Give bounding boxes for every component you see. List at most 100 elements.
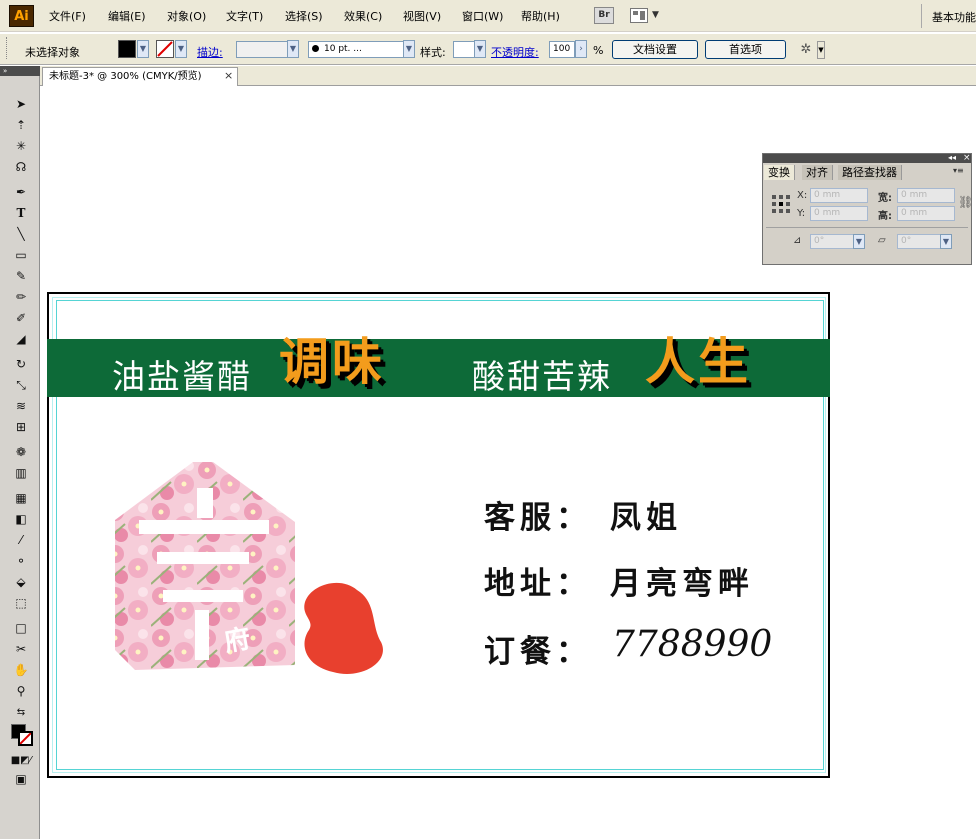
brush-value: 10 pt. ... bbox=[324, 44, 362, 54]
panel-menu-icon[interactable]: ▾≡ bbox=[953, 166, 964, 175]
lasso-tool-icon[interactable]: ☊ bbox=[9, 158, 33, 177]
stroke-color-swatch[interactable] bbox=[156, 40, 174, 58]
live-paint-tool-icon[interactable]: ⬙ bbox=[9, 573, 33, 592]
screen-mode-icon[interactable]: ▣ bbox=[9, 770, 33, 789]
document-tab[interactable]: 未标题-3* @ 300% (CMYK/预览) bbox=[42, 67, 238, 86]
slogan-highlight-2: 人生 bbox=[645, 333, 751, 391]
height-field[interactable]: 0 mm bbox=[897, 206, 955, 221]
swap-colors-icon[interactable]: ⇆ bbox=[9, 703, 33, 722]
tab-pathfinder[interactable]: 路径查找器 bbox=[838, 165, 902, 180]
menu-effect[interactable]: 效果(C) bbox=[344, 8, 382, 24]
stroke-weight-label[interactable]: 描边: bbox=[197, 44, 223, 60]
width-field[interactable]: 0 mm bbox=[897, 188, 955, 203]
gradient-tool-icon[interactable]: ◧ bbox=[9, 510, 33, 529]
artboard-tool-icon[interactable]: □ bbox=[9, 619, 33, 638]
opacity-label[interactable]: 不透明度: bbox=[491, 44, 539, 60]
hand-tool-icon[interactable]: ✋ bbox=[9, 661, 33, 680]
rotate-field[interactable]: 0° bbox=[810, 234, 854, 249]
slogan-highlight-1: 调味 bbox=[279, 333, 385, 391]
live-paint-selection-icon[interactable]: ⬚ bbox=[9, 594, 33, 613]
fill-color-swatch[interactable] bbox=[118, 40, 136, 58]
chevron-down-icon[interactable]: ▼ bbox=[817, 41, 825, 59]
column-graph-tool-icon[interactable]: ▥ bbox=[9, 464, 33, 483]
slogan-text-1: 油盐酱醋 bbox=[112, 357, 252, 396]
warp-tool-icon[interactable]: ≋ bbox=[9, 397, 33, 416]
reference-point-icon[interactable] bbox=[771, 194, 791, 214]
rotate-tool-icon[interactable]: ↻ bbox=[9, 355, 33, 374]
height-label: 高: bbox=[878, 211, 892, 222]
symbol-sprayer-tool-icon[interactable]: ❁ bbox=[9, 443, 33, 462]
line-tool-icon[interactable]: ╲ bbox=[9, 225, 33, 244]
x-field[interactable]: 0 mm bbox=[810, 188, 868, 203]
close-icon[interactable]: × bbox=[963, 153, 971, 163]
graphic-style-swatch[interactable] bbox=[453, 41, 475, 58]
opacity-field[interactable]: 100 bbox=[549, 41, 575, 58]
arrange-documents-icon[interactable] bbox=[630, 8, 648, 23]
chevron-down-icon[interactable]: ▼ bbox=[403, 40, 415, 58]
menu-object[interactable]: 对象(O) bbox=[167, 8, 206, 24]
shear-icon: ▱ bbox=[878, 235, 886, 246]
blend-tool-icon[interactable]: ⚬ bbox=[9, 552, 33, 571]
chevron-down-icon[interactable]: ▼ bbox=[853, 234, 865, 249]
menu-window[interactable]: 窗口(W) bbox=[462, 8, 503, 24]
tools-panel-header[interactable]: » bbox=[0, 66, 40, 76]
paintbrush-tool-icon[interactable]: ✎ bbox=[9, 267, 33, 286]
rectangle-tool-icon[interactable]: ▭ bbox=[9, 246, 33, 265]
width-label: 宽: bbox=[878, 193, 892, 204]
tab-align[interactable]: 对齐 bbox=[802, 165, 833, 180]
no-stroke-icon bbox=[20, 733, 31, 744]
shear-field[interactable]: 0° bbox=[897, 234, 941, 249]
chevron-down-icon[interactable]: ▼ bbox=[474, 40, 486, 58]
menu-edit[interactable]: 编辑(E) bbox=[108, 8, 146, 24]
pencil-tool-icon[interactable]: ✏ bbox=[9, 288, 33, 307]
pen-tool-icon[interactable]: ✒ bbox=[9, 183, 33, 202]
chevron-down-icon[interactable]: ▼ bbox=[137, 40, 149, 58]
scale-tool-icon[interactable]: ⤡ bbox=[9, 376, 33, 395]
chevron-down-icon[interactable]: ▼ bbox=[175, 40, 187, 58]
zoom-tool-icon[interactable]: ⚲ bbox=[9, 682, 33, 701]
menu-view[interactable]: 视图(V) bbox=[403, 8, 441, 24]
free-transform-tool-icon[interactable]: ⊞ bbox=[9, 418, 33, 437]
menu-help[interactable]: 帮助(H) bbox=[521, 8, 560, 24]
bridge-button[interactable]: Br bbox=[594, 7, 614, 24]
menu-select[interactable]: 选择(S) bbox=[285, 8, 323, 24]
blob-brush-tool-icon[interactable]: ✐ bbox=[9, 309, 33, 328]
x-label: X: bbox=[797, 190, 808, 201]
magic-wand-tool-icon[interactable]: ✳ bbox=[9, 137, 33, 156]
order-label: 订餐： bbox=[484, 634, 592, 670]
color-mode-icon[interactable]: ■◩⁄ bbox=[9, 751, 33, 770]
type-tool-icon[interactable]: T bbox=[9, 204, 33, 223]
menu-file[interactable]: 文件(F) bbox=[49, 8, 86, 24]
direct-selection-tool-icon[interactable]: ⇡ bbox=[9, 116, 33, 135]
rotate-icon: ⊿ bbox=[793, 235, 802, 246]
mesh-tool-icon[interactable]: ▦ bbox=[9, 489, 33, 508]
tab-transform[interactable]: 变换 bbox=[764, 165, 795, 180]
collapse-icon[interactable]: ◂◂ bbox=[948, 153, 956, 162]
stroke-weight-field[interactable] bbox=[236, 41, 288, 58]
app-logo-icon: Ai bbox=[9, 5, 34, 27]
slice-tool-icon[interactable]: ✂ bbox=[9, 640, 33, 659]
style-label: 样式: bbox=[420, 46, 446, 59]
service-value: 凤姐 bbox=[610, 500, 682, 536]
chevron-down-icon[interactable]: ▼ bbox=[652, 10, 659, 20]
magic-wand-icon[interactable]: ✲ bbox=[795, 41, 817, 59]
opacity-unit: % bbox=[593, 44, 604, 57]
stroke-color-icon[interactable] bbox=[18, 731, 33, 746]
chevron-down-icon[interactable]: ▼ bbox=[940, 234, 952, 249]
constrain-link-icon[interactable]: ⛓ bbox=[958, 195, 973, 209]
menu-type[interactable]: 文字(T) bbox=[226, 8, 263, 24]
chevron-right-icon[interactable]: › bbox=[575, 40, 587, 58]
close-icon[interactable]: × bbox=[224, 69, 233, 82]
preferences-button[interactable]: 首选项 bbox=[705, 40, 786, 59]
y-field[interactable]: 0 mm bbox=[810, 206, 868, 221]
brush-definition-field[interactable]: 10 pt. ... bbox=[308, 41, 404, 58]
eyedropper-tool-icon[interactable]: ⁄ bbox=[9, 531, 33, 550]
document-setup-button[interactable]: 文档设置 bbox=[612, 40, 698, 59]
chevron-down-icon[interactable]: ▼ bbox=[287, 40, 299, 58]
divider bbox=[921, 4, 922, 28]
panel-header[interactable] bbox=[763, 154, 971, 163]
selection-tool-icon[interactable]: ➤ bbox=[9, 95, 33, 114]
panel-grip[interactable] bbox=[6, 37, 9, 59]
eraser-tool-icon[interactable]: ◢ bbox=[9, 330, 33, 349]
workspace-switcher[interactable]: 基本功能 bbox=[932, 9, 976, 25]
